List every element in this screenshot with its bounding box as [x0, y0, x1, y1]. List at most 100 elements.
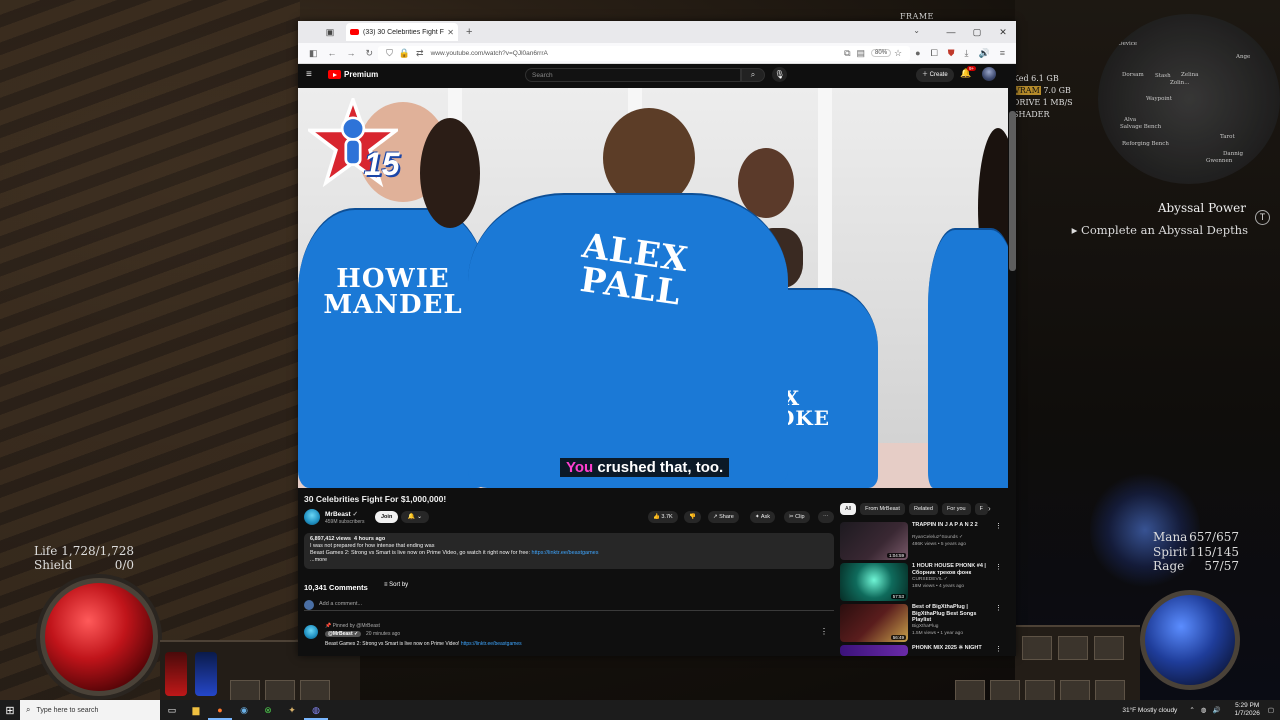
tab-manager-icon[interactable]: ▣ [320, 27, 340, 38]
recommended-video[interactable]: PHONK MIX 2025 ※ NIGHT ⋮ [840, 645, 1002, 656]
skill-slot[interactable] [1022, 636, 1052, 660]
video-player[interactable]: ALEX BROOKE HOWIE MANDEL ALEX PALL 15 Yo… [298, 88, 1008, 488]
more-actions-button[interactable]: ⋯ [818, 511, 834, 523]
recommended-title[interactable]: Best of BigXthaPlug | BigXthaPlug Best S… [912, 604, 992, 624]
recommended-channel[interactable]: BigXthaPlug [912, 624, 938, 629]
shield-icon[interactable]: ⛉ [386, 48, 393, 59]
show-more-link[interactable]: ...more [310, 557, 828, 564]
comment-menu-icon[interactable]: ⋮ [820, 627, 828, 636]
chip-related[interactable]: Related [908, 503, 938, 515]
address-bar[interactable]: ⛉ 🔒 ⇄ www.youtube.com/watch?v=QJl0an6rrr… [378, 45, 911, 61]
life-flask[interactable] [165, 652, 187, 696]
windows-start-icon[interactable]: ⊞ [0, 704, 20, 717]
youtube-search-input[interactable]: Search [525, 68, 741, 82]
subscription-bell-button[interactable]: 🔔 ⌄ [401, 511, 429, 523]
chip-from-mrbeast[interactable]: From MrBeast [860, 503, 905, 515]
video-menu-icon[interactable]: ⋮ [995, 645, 1002, 653]
recommended-video[interactable]: 1:04:59 TRAPPIN IN J A P A N 2 2 RyanCel… [840, 522, 1002, 560]
video-thumbnail[interactable]: 56:49 [840, 604, 908, 642]
add-comment-input[interactable]: Add a comment... [304, 600, 834, 611]
new-tab-button[interactable]: + [466, 26, 472, 38]
recommended-title[interactable]: PHONK MIX 2025 ※ NIGHT [912, 645, 992, 652]
app-menu-icon[interactable]: ≡ [1000, 48, 1005, 58]
network-icon[interactable]: ◍ [1201, 706, 1207, 714]
file-explorer-icon[interactable]: ▆ [184, 700, 208, 720]
video-thumbnail[interactable]: 57:53 [840, 563, 908, 601]
create-button[interactable]: ＋ Create [916, 68, 954, 82]
sidebar-toggle-icon[interactable]: ◧ [309, 48, 318, 59]
puzzle-icon[interactable]: ⧠ [931, 48, 938, 59]
zoom-level-badge[interactable]: 80% [871, 49, 892, 57]
ublock-icon[interactable]: ⛊ [948, 48, 955, 59]
search-icon[interactable]: ⌕ [741, 68, 765, 82]
recommended-title[interactable]: 1 HOUR HOUSE PHONK #4 | Сборник треков ф… [912, 563, 992, 576]
page-scrollbar[interactable] [1009, 111, 1016, 271]
task-view-icon[interactable]: ▭ [160, 700, 184, 720]
minimize-button[interactable]: — [938, 21, 964, 43]
maximize-button[interactable]: ▢ [964, 21, 990, 43]
recommended-title[interactable]: TRAPPIN IN J A P A N 2 2 [912, 522, 992, 529]
quest-tracker-icon[interactable]: T [1255, 210, 1270, 225]
channel-avatar[interactable] [304, 509, 320, 525]
permissions-icon[interactable]: ⇄ [416, 48, 424, 59]
close-window-button[interactable]: ✕ [990, 21, 1016, 43]
account-avatar[interactable] [982, 67, 996, 81]
list-tabs-chevron-icon[interactable]: ⌄ [913, 26, 920, 35]
comment-author[interactable]: @MrBeast ✓ [325, 631, 362, 637]
comment-link[interactable]: https://linktr.ee/beastgames [461, 641, 522, 647]
video-menu-icon[interactable]: ⋮ [995, 522, 1002, 530]
youtube-logo-icon[interactable] [328, 70, 341, 79]
bookmark-star-icon[interactable]: ☆ [894, 48, 902, 59]
forward-arrow-icon[interactable]: → [347, 48, 356, 58]
extension-icon[interactable]: ● [915, 48, 920, 58]
url-text[interactable]: www.youtube.com/watch?v=QJl0an6rrrA [431, 50, 841, 57]
video-menu-icon[interactable]: ⋮ [995, 563, 1002, 571]
youtube-premium-label[interactable]: Premium [344, 70, 378, 79]
comment-author-avatar[interactable] [304, 625, 318, 639]
sound-icon[interactable]: 🔊 [979, 48, 990, 59]
like-button[interactable]: 👍 3.7K [648, 511, 678, 523]
video-menu-icon[interactable]: ⋮ [995, 604, 1002, 612]
steam-icon[interactable]: ◉ [232, 700, 256, 720]
chip-for-you[interactable]: For you [941, 503, 971, 515]
video-thumbnail[interactable]: 1:04:59 [840, 522, 908, 560]
ask-button[interactable]: ✦ Ask [750, 511, 776, 523]
lock-icon[interactable]: 🔒 [399, 48, 410, 59]
discord-icon[interactable]: ◍ [304, 700, 328, 720]
skill-slot[interactable] [1058, 636, 1088, 660]
video-thumbnail[interactable] [840, 645, 908, 656]
chevron-right-icon[interactable]: › [988, 504, 991, 513]
chip-all[interactable]: All [840, 503, 857, 515]
reader-view-icon[interactable]: ▤ [857, 48, 866, 59]
sort-comments-button[interactable]: ≡ Sort by [384, 582, 408, 588]
description-link[interactable]: https://linktr.ee/beastgames [532, 550, 599, 556]
notification-center-icon[interactable]: ▢ [1268, 706, 1274, 714]
game-icon[interactable]: ✦ [280, 700, 304, 720]
downloads-icon[interactable]: ⤓ [965, 48, 969, 59]
recommended-video[interactable]: 56:49 Best of BigXthaPlug | BigXthaPlug … [840, 604, 1002, 642]
hamburger-menu-icon[interactable]: ≡ [306, 69, 322, 80]
taskbar-search-input[interactable]: ⌕ Type here to search [20, 700, 160, 720]
chip-more[interactable]: F [974, 503, 988, 515]
clip-button[interactable]: ✂ Clip [784, 511, 810, 523]
recommended-channel[interactable]: CURSEDEVIL ✓ [912, 577, 948, 582]
microphone-icon[interactable]: 🎙 [772, 67, 787, 82]
tray-overflow-icon[interactable]: ⌃ [1189, 706, 1194, 714]
skill-slot[interactable] [1094, 636, 1124, 660]
close-tab-icon[interactable]: ✕ [447, 28, 454, 37]
video-description[interactable]: 6,897,412 views 4 hours ago I was not pr… [304, 533, 834, 569]
dislike-button[interactable]: 👎 [684, 511, 701, 523]
channel-name[interactable]: MrBeast ✓ [325, 510, 358, 518]
join-button[interactable]: Join [375, 511, 399, 523]
share-button[interactable]: ↗ Share [708, 511, 739, 523]
mana-flask[interactable] [195, 652, 217, 696]
picture-in-picture-icon[interactable]: ⧉ [844, 48, 850, 59]
back-arrow-icon[interactable]: ← [328, 48, 337, 58]
weather-widget[interactable]: 31°F Mostly cloudy [1122, 707, 1177, 714]
recommended-video[interactable]: 57:53 1 HOUR HOUSE PHONK #4 | Сборник тр… [840, 563, 1002, 601]
volume-icon[interactable]: 🔊 [1212, 706, 1220, 714]
clock[interactable]: 5:29 PM 1/7/2026 [1235, 702, 1260, 718]
minimap[interactable]: Map Device Dorsam Stash Zelina Zolin... … [1098, 14, 1280, 184]
xbox-icon[interactable]: ⊗ [256, 700, 280, 720]
recommended-channel[interactable]: RyanCeleluz^Sounds ✓ [912, 535, 963, 540]
